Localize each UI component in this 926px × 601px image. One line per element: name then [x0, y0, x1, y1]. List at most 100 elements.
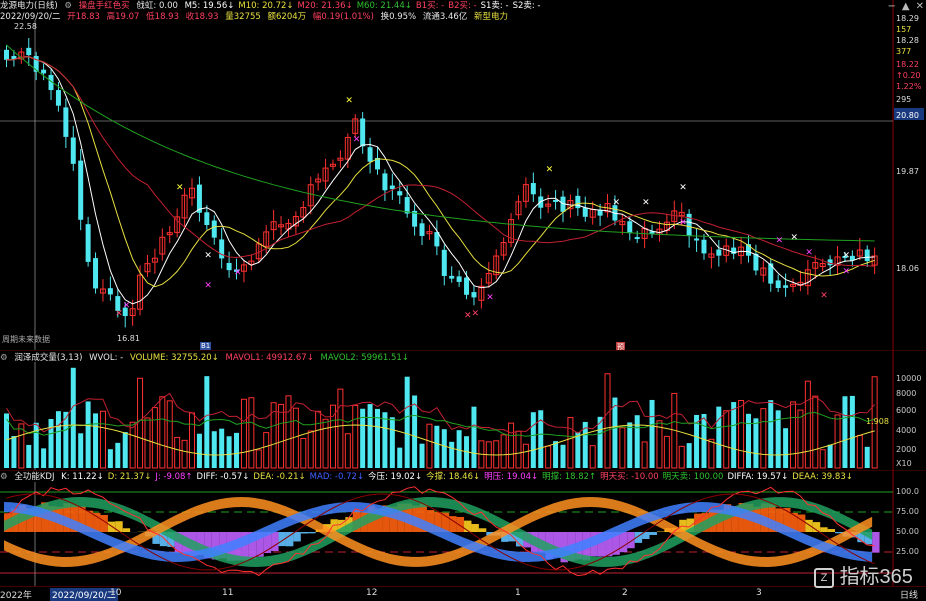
- volume-pane[interactable]: ⚙ 润泽成交量(3,13) WVOL: - VOLUME: 32755.20↓ …: [0, 350, 926, 470]
- signal-x-icon: ✕: [204, 281, 212, 291]
- volume-bar: [561, 445, 566, 468]
- ma-value-7: S2卖: -: [513, 1, 541, 11]
- axis-label: 50.00: [896, 527, 919, 536]
- volume-bar: [612, 398, 617, 468]
- volume-bar: [71, 368, 76, 468]
- low-price-label: 16.81: [117, 334, 140, 343]
- kdj-histogram-bar: [798, 515, 805, 532]
- volume-bar: [457, 430, 462, 468]
- signal-x-icon: ✕: [642, 198, 650, 208]
- candle-body: [783, 285, 788, 288]
- volume-bar: [420, 444, 425, 468]
- kdj-value-13: DEAA: 39.83↓: [792, 472, 853, 482]
- kdj-title[interactable]: 全功能KDJ: [14, 472, 54, 482]
- candle-body: [442, 250, 447, 276]
- candle-body: [41, 70, 46, 74]
- candle-body: [464, 278, 469, 295]
- volume-bar: [115, 443, 120, 468]
- candle-body: [420, 223, 425, 236]
- volume-bar: [553, 441, 558, 468]
- volume-bar: [93, 413, 98, 468]
- quote-sector[interactable]: 新型电力: [474, 12, 508, 22]
- kdj-histogram-bar: [293, 532, 300, 541]
- candle-body: [716, 250, 721, 256]
- quote-turnover: 换0.95%: [381, 12, 417, 22]
- candle-body: [63, 107, 68, 136]
- axis-label: 2000: [896, 445, 916, 454]
- kdj-histogram-bar: [650, 532, 657, 535]
- qj-value: 戗虹: 0.00: [136, 1, 178, 11]
- signal-x-icon: ✕: [679, 183, 687, 193]
- volume-title[interactable]: 润泽成交量(3,13): [14, 353, 82, 363]
- candle-body: [553, 200, 558, 202]
- volume-bar: [731, 402, 736, 468]
- volume-bar: [442, 429, 447, 468]
- kdj-value-9: 明撑: 18.82↑: [542, 472, 596, 482]
- volume-bar: [449, 442, 454, 468]
- signal-x-icon: ✕: [842, 251, 850, 261]
- x-axis-label: 2022/09/20/二: [50, 588, 118, 601]
- volume-bar: [78, 433, 83, 468]
- quote-open: 开18.83: [67, 12, 100, 22]
- kdj-values: K: 11.22↓D: 21.37↓J: -9.08↑DIFF: -0.57↓D…: [61, 472, 857, 482]
- kdj-value-3: DIFF: -0.57↓: [197, 472, 250, 482]
- period-label[interactable]: 日线: [900, 588, 918, 601]
- watermark-text: 指标365: [840, 566, 913, 588]
- axis-label: X10: [896, 459, 912, 468]
- ma-values: M5: 19.56↓M10: 20.72↓M20: 21.36↓M60: 21.…: [185, 1, 545, 11]
- signal-x-icon: ✕: [546, 165, 554, 175]
- time-axis[interactable]: 2022年2022/09/20/二101112123 日线: [0, 586, 926, 601]
- volume-bar: [434, 426, 439, 468]
- x-axis-label: 2022年: [0, 588, 32, 601]
- kline-bg: [0, 0, 893, 350]
- candle-body: [575, 196, 580, 208]
- volume-bar: [219, 429, 224, 468]
- candle-body: [108, 288, 113, 294]
- x-axis-label: 12: [366, 588, 377, 598]
- volume-axis: 100008000600040002000X10: [893, 350, 926, 470]
- high-price-label: 22.58: [14, 22, 37, 31]
- volume-bar: [701, 414, 706, 468]
- volume-gear-icon[interactable]: ⚙: [0, 353, 8, 363]
- volume-bar: [390, 417, 395, 468]
- kdj-value-6: 今压: 19.02↓: [368, 472, 422, 482]
- mavol1-value: MAVOL1: 49912.67↓: [225, 353, 313, 363]
- kdj-value-11: 明天卖: 100.00: [663, 472, 724, 482]
- volume-bar: [397, 448, 402, 468]
- quote-low: 低18.93: [146, 12, 179, 22]
- candle-body: [382, 173, 387, 190]
- stock-title[interactable]: 龙源电力(日线): [0, 1, 58, 11]
- volume-bar: [783, 428, 788, 468]
- volume-chart[interactable]: [0, 350, 926, 470]
- kdj-histogram-bar: [471, 524, 478, 532]
- axis-label: 18.06: [896, 264, 919, 273]
- kline-pane[interactable]: ✕✕✕✕✕✕✕✕✕✕✕✕✕✕✕✕✕✕✕✕✕✕ 龙源电力(日线) ⚙ 操盘手红色买…: [0, 0, 926, 350]
- axis-label: ↑0.20: [896, 71, 921, 80]
- signal-x-icon: ✕: [123, 301, 131, 311]
- watermark-logo-icon: Z: [814, 568, 834, 588]
- x-axis-label: 3: [756, 588, 762, 598]
- candle-body: [78, 161, 83, 220]
- kdj-value-2: J: -9.08↑: [155, 472, 192, 482]
- kdj-gear-icon[interactable]: ⚙: [0, 472, 8, 482]
- signal-x-icon: ✕: [234, 268, 242, 278]
- volume-bar: [531, 412, 536, 468]
- volume-bar: [234, 433, 239, 468]
- price-axis: 18.2915718.2837718.22↑0.201.22%29520.801…: [893, 0, 926, 350]
- kline-chart[interactable]: ✕✕✕✕✕✕✕✕✕✕✕✕✕✕✕✕✕✕✕✕✕✕: [0, 0, 926, 350]
- kdj-histogram-bar: [123, 528, 130, 532]
- kdj-chart[interactable]: [0, 470, 926, 586]
- ma-value-5: B2买: -: [448, 1, 476, 11]
- kdj-histogram-bar: [308, 532, 315, 533]
- volume-bar: [687, 443, 692, 468]
- indicator-gear-icon[interactable]: ⚙: [64, 1, 72, 11]
- signal-x-icon: ✕: [204, 251, 212, 261]
- candle-body: [405, 197, 410, 214]
- volume-bar: [471, 407, 476, 468]
- indicator-mode[interactable]: 操盘手红色买: [79, 1, 130, 11]
- kdj-pane[interactable]: ⚙ 全功能KDJ K: 11.22↓D: 21.37↓J: -9.08↑DIFF…: [0, 470, 926, 586]
- volume-bar: [650, 400, 655, 468]
- quote-close: 收18.93: [186, 12, 219, 22]
- candle-body: [4, 50, 9, 60]
- candle-body: [368, 147, 373, 161]
